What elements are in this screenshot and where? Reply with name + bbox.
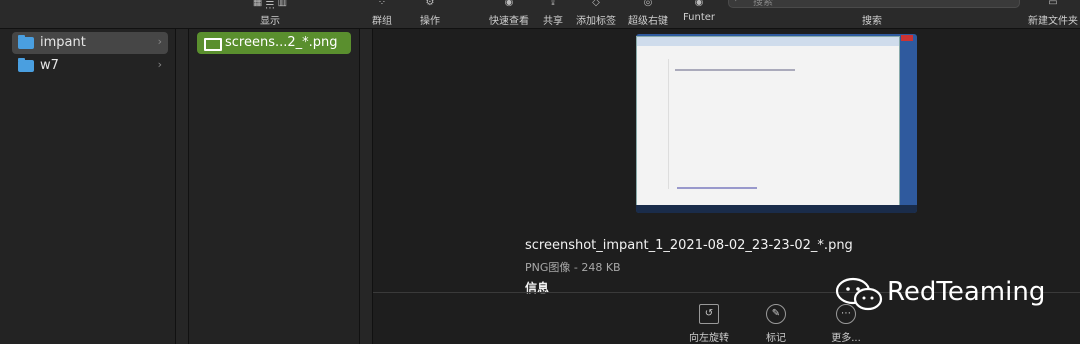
markup-button[interactable]: ✎ 标记: [746, 304, 806, 344]
tag-icon: ◇: [592, 0, 600, 8]
action-button[interactable]: ⚙ 操作: [410, 0, 450, 28]
folder-label: impant: [40, 35, 86, 50]
rotate-left-button[interactable]: ↺ 向左旋转: [679, 304, 739, 344]
preview-file-meta: PNG图像 - 248 KB: [525, 261, 621, 274]
search-placeholder: 搜索: [753, 0, 773, 8]
file-column: screens...2_*.png: [189, 29, 360, 344]
file-item-screenshot[interactable]: screens...2_*.png: [197, 32, 351, 54]
more-label: 更多...: [831, 333, 861, 344]
display-label: 显示: [260, 16, 280, 27]
folder-column: impant › w7 ›: [0, 29, 176, 344]
new-folder-label: 新建文件夹: [1028, 16, 1078, 27]
file-label: screens...2_*.png: [225, 35, 338, 50]
display-view-button[interactable]: ▦ ☰ ▥ ⋯ 显示: [250, 0, 290, 28]
group-button[interactable]: ⁘ 群组: [362, 0, 402, 28]
folder-icon: [18, 35, 34, 49]
info-header: 信息: [525, 281, 550, 295]
eye-icon: ◉: [504, 0, 514, 8]
group-icon: ⁘: [377, 0, 387, 8]
funter-label: Funter: [682, 12, 716, 23]
preview-file-name: screenshot_impant_1_2021-08-02_23-23-02_…: [525, 238, 853, 253]
markup-icon: ✎: [766, 304, 786, 324]
thumbnail-window: [636, 36, 900, 206]
group-label: 群组: [372, 16, 392, 27]
new-folder-icon: ▭: [1048, 0, 1058, 8]
share-icon: ⇪: [548, 0, 558, 8]
folder-item-impant[interactable]: impant ›: [12, 32, 168, 54]
column-resizer[interactable]: [176, 29, 189, 344]
watermark-text: RedTeaming: [887, 277, 1046, 307]
funter-icon: ◉: [694, 0, 704, 8]
action-label: 操作: [420, 16, 440, 27]
folder-item-w7[interactable]: w7 ›: [12, 55, 168, 77]
add-tag-button[interactable]: ◇ 添加标签: [572, 0, 620, 28]
search-label: 搜索: [862, 16, 882, 27]
share-button[interactable]: ⇪ 共享: [538, 0, 568, 28]
column-resizer[interactable]: [360, 29, 373, 344]
markup-label: 标记: [766, 333, 786, 344]
folder-icon: [18, 58, 34, 72]
search-label-item: 搜索: [852, 0, 892, 28]
view-mode-icon: ▦ ☰ ▥ ⋯: [252, 0, 288, 10]
folder-label: w7: [40, 58, 59, 73]
quicklook-label: 快速查看: [489, 16, 529, 27]
add-tag-label: 添加标签: [576, 16, 616, 27]
toolbar: ▦ ☰ ▥ ⋯ 显示 ⁘ 群组 ⚙ 操作 ◉ 快速查看 ⇪ 共享 ◇ 添加标签 …: [0, 0, 1080, 29]
super-right-label: 超级右键: [628, 16, 668, 27]
super-right-icon: ◎: [643, 0, 653, 8]
super-right-click-button[interactable]: ◎ 超级右键: [624, 0, 672, 28]
gear-icon: ⚙: [425, 0, 435, 8]
share-label: 共享: [543, 16, 563, 27]
chevron-right-icon: ›: [157, 35, 162, 48]
search-icon: ⌕: [735, 0, 741, 4]
rotate-left-label: 向左旋转: [689, 333, 729, 344]
quicklook-button[interactable]: ◉ 快速查看: [484, 0, 534, 28]
image-file-icon: [204, 38, 222, 51]
rotate-left-icon: ↺: [699, 304, 719, 324]
wechat-icon: [835, 277, 883, 311]
image-thumbnail[interactable]: [636, 34, 917, 213]
new-folder-button[interactable]: ▭ 新建文件夹: [1026, 0, 1080, 28]
chevron-right-icon: ›: [157, 58, 162, 71]
funter-button[interactable]: ◉ Funter: [678, 0, 720, 28]
